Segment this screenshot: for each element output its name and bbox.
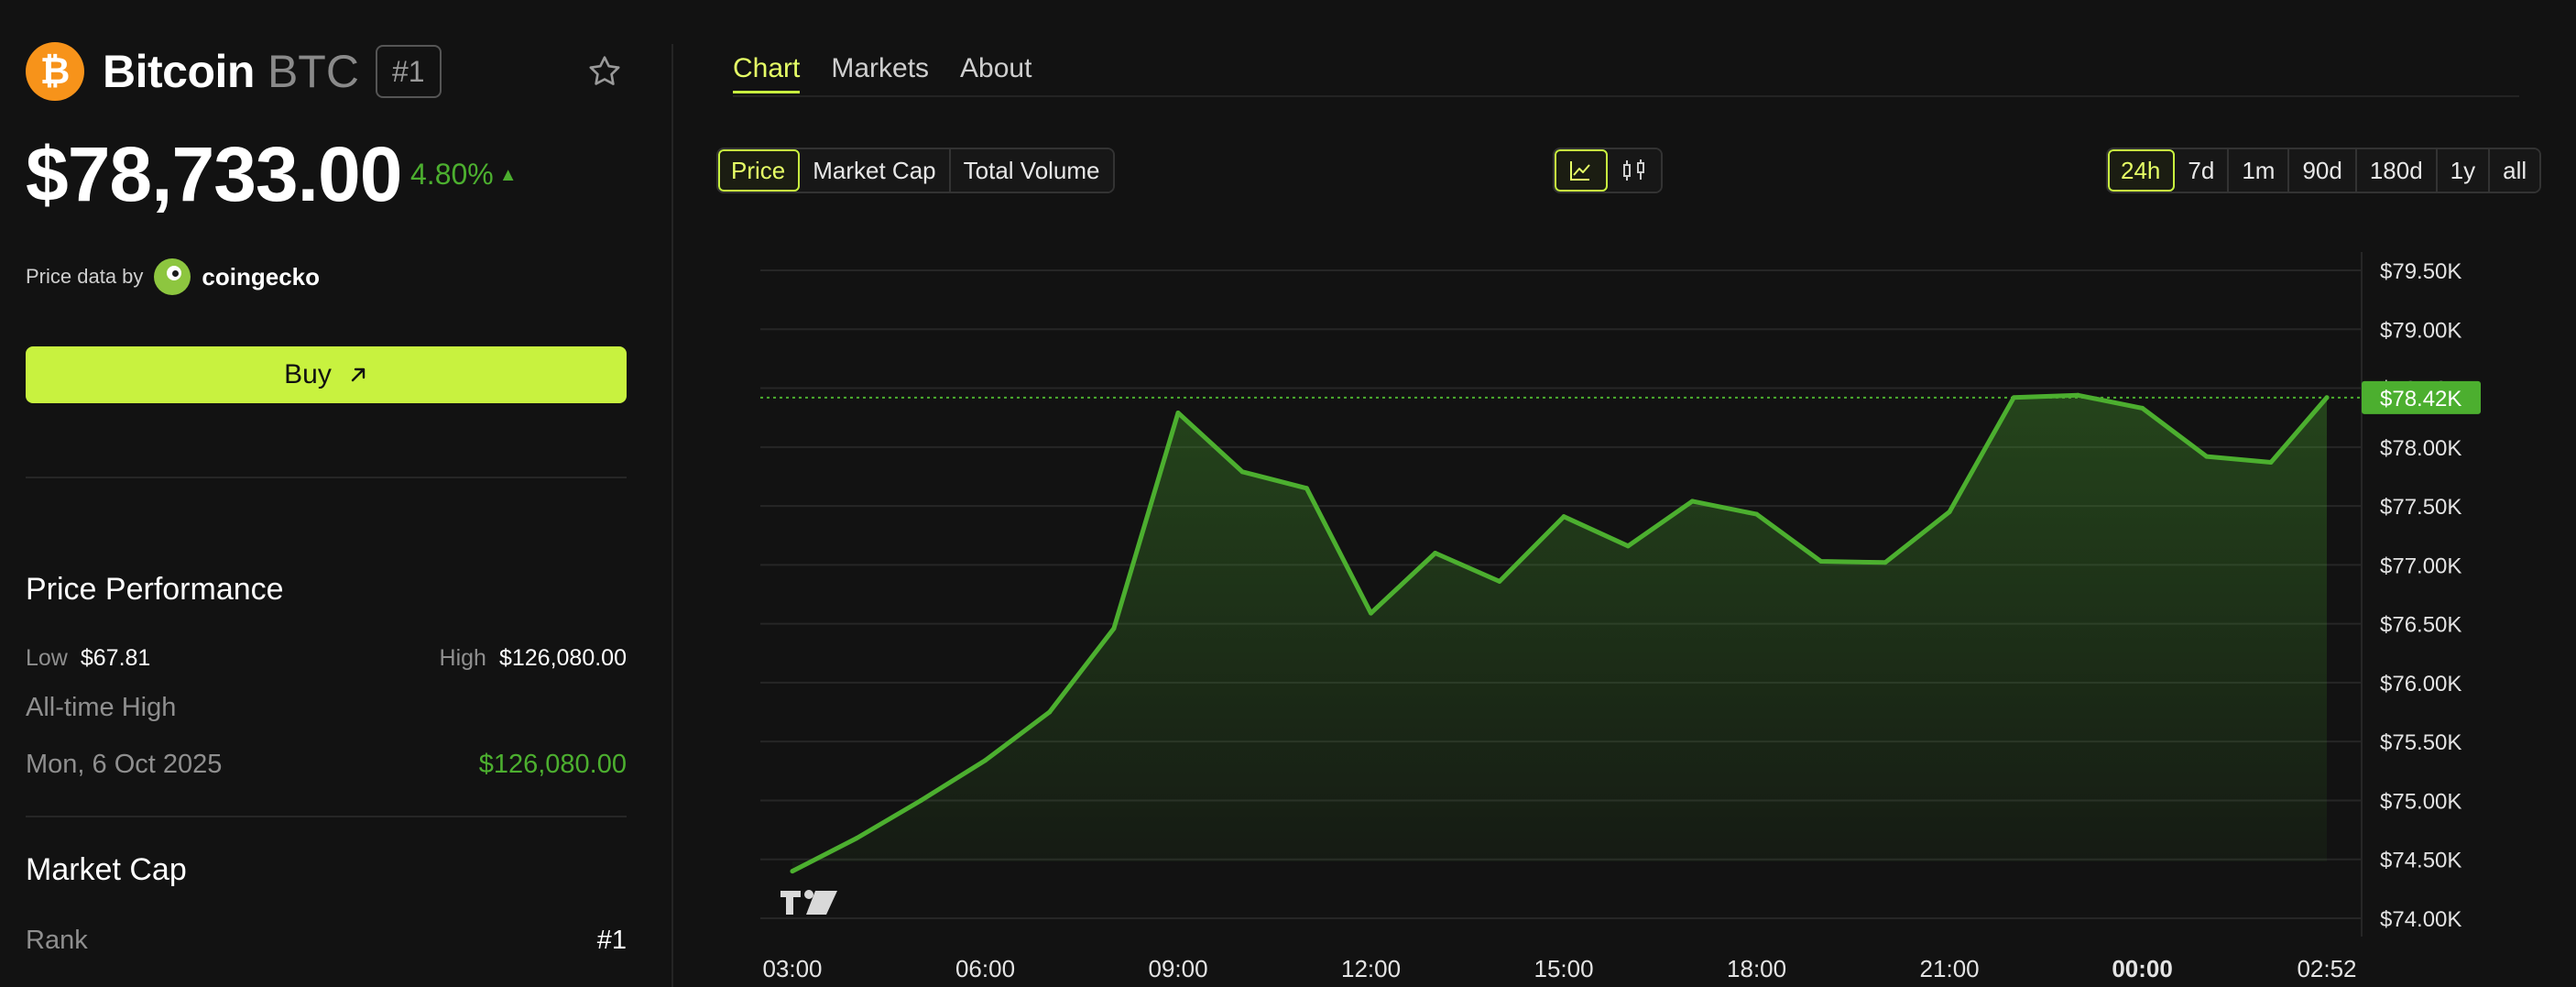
x-tick-label: 00:00 xyxy=(2112,955,2173,982)
tradingview-logo-icon xyxy=(780,890,837,915)
x-tick-label: 02:52 xyxy=(2297,955,2356,982)
price-point xyxy=(1433,551,1438,556)
price-point xyxy=(1304,486,1309,491)
y-tick-label: $77.50K xyxy=(2380,495,2461,520)
y-tick-label: $79.00K xyxy=(2380,318,2461,343)
price-point xyxy=(1111,626,1117,631)
y-tick-label: $74.00K xyxy=(2380,907,2461,932)
price-point xyxy=(2011,395,2016,400)
price-point xyxy=(1369,610,1374,616)
price-point xyxy=(1947,510,1952,515)
price-point xyxy=(2324,395,2330,400)
price-point xyxy=(2268,460,2274,466)
price-point xyxy=(1625,543,1631,549)
y-tick-label: $76.50K xyxy=(2380,613,2461,638)
y-tick-label: $75.50K xyxy=(2380,730,2461,755)
price-point xyxy=(1047,709,1053,715)
x-tick-label: 06:00 xyxy=(955,955,1015,982)
price-point xyxy=(1175,411,1181,416)
y-tick-label: $74.50K xyxy=(2380,849,2461,873)
x-tick-label: 21:00 xyxy=(1920,955,1980,982)
y-tick-label: $77.00K xyxy=(2380,554,2461,578)
price-point xyxy=(1754,511,1760,517)
price-chart[interactable]: $79.50K$79.00K$78.50K$78.00K$77.50K$77.0… xyxy=(0,0,2576,987)
price-point xyxy=(854,836,859,841)
price-point xyxy=(1561,514,1566,520)
price-point xyxy=(1818,559,1824,565)
price-point xyxy=(2204,454,2210,459)
x-tick-label: 12:00 xyxy=(1341,955,1401,982)
price-point xyxy=(1239,469,1245,475)
x-tick-label: 03:00 xyxy=(762,955,822,982)
y-tick-label: $75.00K xyxy=(2380,789,2461,814)
y-tick-label: $78.00K xyxy=(2380,436,2461,461)
y-tick-label: $76.00K xyxy=(2380,672,2461,696)
x-tick-label: 09:00 xyxy=(1148,955,1207,982)
price-point xyxy=(1689,499,1695,504)
price-area-fill xyxy=(792,395,2327,872)
x-tick-label: 15:00 xyxy=(1534,955,1594,982)
price-point xyxy=(918,797,923,803)
price-point xyxy=(1883,560,1888,565)
y-tick-label: $79.50K xyxy=(2380,259,2461,284)
price-point xyxy=(2140,405,2145,411)
price-point xyxy=(2075,392,2080,398)
price-point xyxy=(983,758,988,763)
x-tick-label: 18:00 xyxy=(1727,955,1786,982)
current-price-label: $78.42K xyxy=(2380,387,2461,411)
price-point xyxy=(1497,578,1502,584)
price-point xyxy=(790,869,795,874)
